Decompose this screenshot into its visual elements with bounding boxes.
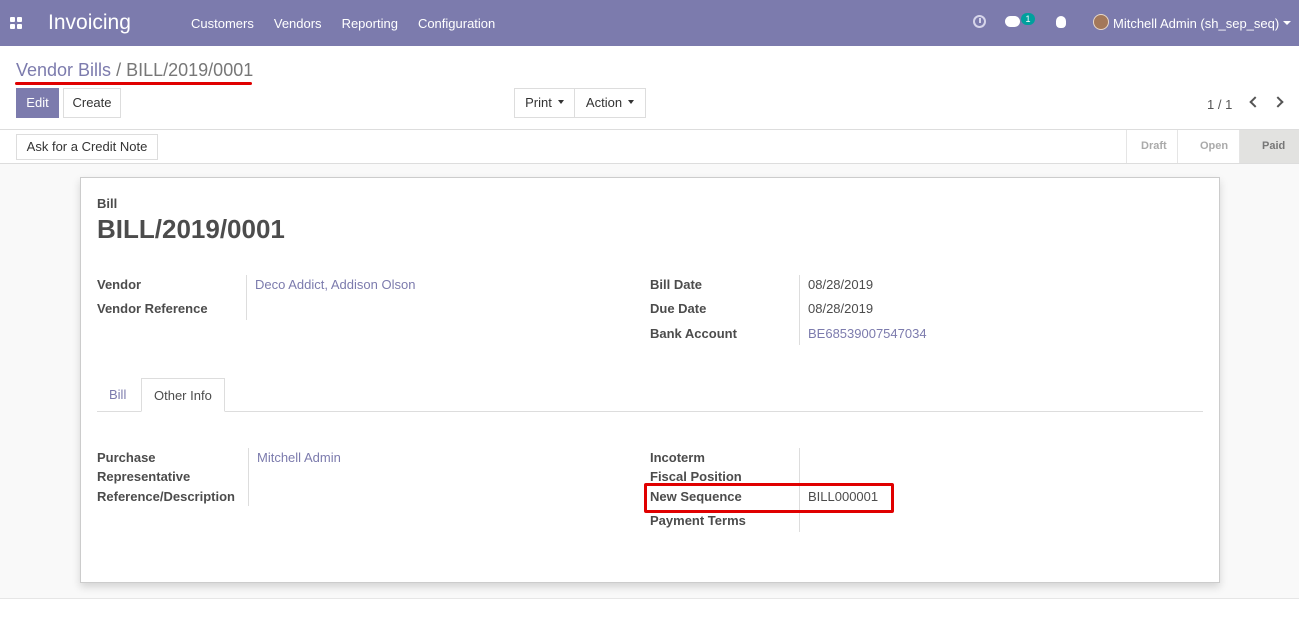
- edit-button[interactable]: Edit: [16, 88, 59, 118]
- top-navbar: Invoicing Customers Vendors Reporting Co…: [0, 0, 1299, 46]
- menu-vendors[interactable]: Vendors: [274, 16, 322, 31]
- form-statusbar: Ask for a Credit Note Draft Open Paid: [0, 130, 1299, 164]
- red-underline-annotation: [15, 82, 252, 85]
- control-panel: Vendor Bills / BILL/2019/0001 Edit Creat…: [0, 46, 1299, 130]
- caret-down-icon[interactable]: [1283, 21, 1291, 25]
- document-type: Bill: [97, 196, 118, 211]
- status-stages: Draft Open Paid: [1126, 130, 1299, 163]
- apps-grid-icon[interactable]: [10, 17, 22, 29]
- vendor-reference-label: Vendor Reference: [97, 301, 208, 316]
- print-label: Print: [525, 95, 552, 110]
- bill-date-label: Bill Date: [650, 277, 703, 292]
- breadcrumb-separator: /: [116, 60, 122, 80]
- incoterm-label: Incoterm: [650, 450, 705, 465]
- payment-terms-label: Payment Terms: [650, 513, 746, 528]
- field-divider: [799, 275, 800, 345]
- breadcrumb-vendor-bills[interactable]: Vendor Bills: [16, 60, 111, 80]
- chevron-left-icon[interactable]: [1249, 96, 1261, 108]
- bill-date-value: 08/28/2019: [808, 277, 874, 292]
- print-dropdown[interactable]: Print: [514, 88, 575, 118]
- menu-reporting[interactable]: Reporting: [342, 16, 398, 31]
- due-date-label: Due Date: [650, 301, 707, 316]
- chat-count-badge: 1: [1021, 13, 1035, 25]
- breadcrumb-current: BILL/2019/0001: [126, 60, 254, 80]
- pager-value[interactable]: 1 / 1: [1207, 97, 1232, 112]
- avatar[interactable]: [1093, 14, 1109, 30]
- breadcrumb: Vendor Bills / BILL/2019/0001: [16, 60, 253, 81]
- red-box-annotation: [644, 483, 894, 513]
- action-dropdown[interactable]: Action: [574, 88, 646, 118]
- stage-open[interactable]: Open: [1177, 130, 1239, 163]
- credit-note-button[interactable]: Ask for a Credit Note: [16, 134, 158, 160]
- tab-bill[interactable]: Bill: [97, 378, 138, 412]
- field-divider: [248, 448, 249, 506]
- fiscal-position-label: Fiscal Position: [650, 469, 742, 484]
- stage-paid[interactable]: Paid: [1239, 130, 1299, 163]
- main-menu: Customers Vendors Reporting Configuratio…: [191, 16, 515, 31]
- chevron-right-icon[interactable]: [1272, 96, 1284, 108]
- form-sheet: Bill BILL/2019/0001 Vendor Deco Addict, …: [80, 177, 1220, 583]
- field-divider: [246, 275, 247, 320]
- caret-down-icon: [628, 100, 635, 105]
- user-menu[interactable]: Mitchell Admin (sh_sep_seq): [1113, 16, 1279, 31]
- purchase-rep-link[interactable]: Mitchell Admin: [257, 450, 341, 465]
- action-label: Action: [585, 95, 623, 110]
- menu-customers[interactable]: Customers: [191, 16, 254, 31]
- purchase-rep-label-line2: Representative: [97, 469, 191, 484]
- chatter-area: [0, 598, 1299, 627]
- activity-clock-icon[interactable]: [973, 15, 986, 28]
- tab-other-info[interactable]: Other Info: [141, 378, 225, 412]
- stage-draft[interactable]: Draft: [1126, 130, 1177, 163]
- due-date-value: 08/28/2019: [808, 301, 874, 316]
- create-button[interactable]: Create: [63, 88, 121, 118]
- caret-down-icon: [557, 100, 564, 105]
- menu-configuration[interactable]: Configuration: [418, 16, 495, 31]
- bank-account-link[interactable]: BE68539007547034: [808, 326, 927, 341]
- chat-bubble-icon[interactable]: [1005, 16, 1020, 27]
- tabs-divider: [97, 411, 1203, 412]
- page-title: BILL/2019/0001: [97, 214, 285, 244]
- debug-bug-icon[interactable]: [1056, 16, 1066, 28]
- vendor-label: Vendor: [97, 277, 142, 292]
- vendor-link[interactable]: Deco Addict, Addison Olson: [255, 277, 415, 292]
- app-name[interactable]: Invoicing: [48, 11, 131, 35]
- bank-account-label: Bank Account: [650, 326, 737, 341]
- purchase-rep-label: Purchase: [97, 450, 156, 465]
- reference-description-label: Reference/Description: [97, 489, 235, 504]
